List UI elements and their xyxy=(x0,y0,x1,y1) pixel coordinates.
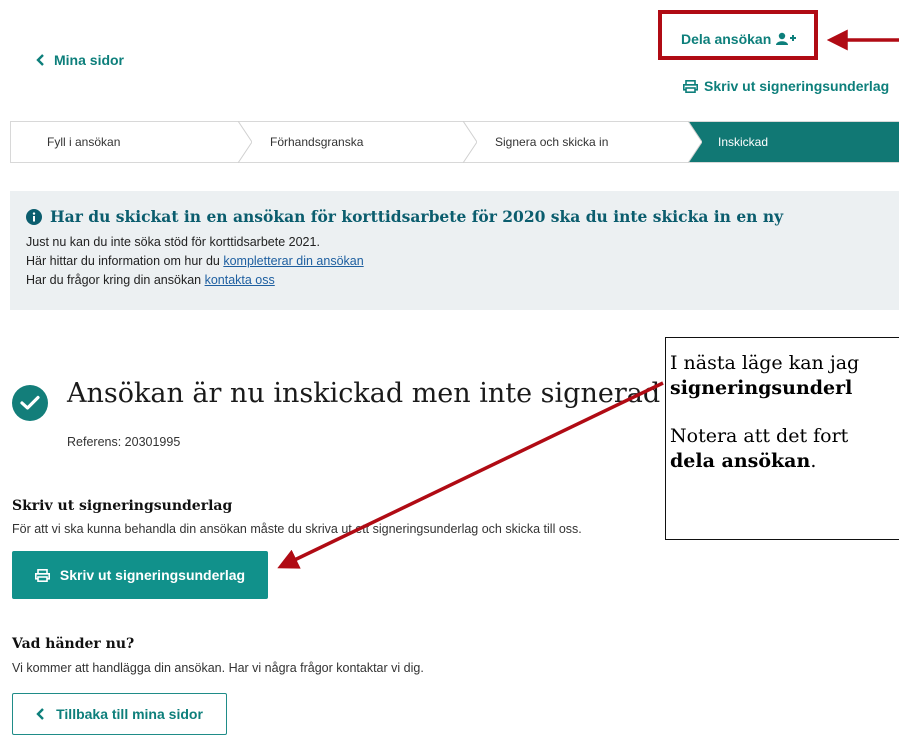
annotation-bold-1: signeringsunderl xyxy=(670,377,853,399)
step-label: Fyll i ansökan xyxy=(47,135,121,149)
info-line-3: Har du frågor kring din ansökan kontakta… xyxy=(26,271,899,290)
chevron-left-icon xyxy=(36,54,44,66)
arrow-to-print-button xyxy=(277,381,664,569)
annotation-line-3: Notera att det fort xyxy=(670,425,849,447)
info-line-2: Här hittar du information om hur du komp… xyxy=(26,252,899,271)
print-signing-document-button[interactable]: Skriv ut signeringsunderlag xyxy=(12,551,268,599)
complete-application-link[interactable]: kompletterar din ansökan xyxy=(223,254,363,268)
step-preview: Förhandsgranska xyxy=(238,121,477,163)
info-line-3-text: Har du frågor kring din ansökan xyxy=(26,273,205,287)
check-circle-icon xyxy=(12,385,48,421)
annotation-period: . xyxy=(810,450,817,472)
annotation-line-2: signeringsunderl xyxy=(666,376,899,401)
reference-number: Referens: 20301995 xyxy=(67,435,181,449)
step-label: Inskickad xyxy=(718,135,769,149)
info-circle-icon xyxy=(26,208,42,225)
step-sign-and-submit: Signera och skicka in xyxy=(463,121,702,163)
info-notice: Har du skickat in en ansökan för korttid… xyxy=(10,191,899,310)
print-button-label: Skriv ut signeringsunderlag xyxy=(59,567,246,583)
step-divider xyxy=(463,121,477,163)
info-title: Har du skickat in en ansökan för korttid… xyxy=(26,207,899,226)
step-label: Förhandsgranska xyxy=(270,135,364,149)
info-line-2-text: Här hittar du information om hur du xyxy=(26,254,224,268)
step-fill-in: Fyll i ansökan xyxy=(11,121,252,163)
print-section-text: För att vi ska kunna behandla din ansöka… xyxy=(12,522,582,536)
back-to-my-pages-button[interactable]: Tillbaka till mina sidor xyxy=(12,693,227,735)
progress-steps: Fyll i ansökan Förhandsgranska Signera o… xyxy=(10,121,899,163)
highlight-box xyxy=(658,10,818,60)
print-section-title: Skriv ut signeringsunderlag xyxy=(12,498,233,514)
annotation-callout: I nästa läge kan jag signeringsunderl No… xyxy=(665,337,899,540)
annotation-bold-2: dela ansökan xyxy=(670,450,811,472)
back-to-my-pages-link[interactable]: Mina sidor xyxy=(36,52,124,68)
next-section-text: Vi kommer att handlägga din ansökan. Har… xyxy=(12,661,424,675)
confirmation-heading: Ansökan är nu inskickad men inte signera… xyxy=(67,378,661,409)
annotation-line-1: I nästa läge kan jag xyxy=(670,352,860,374)
back-button-label: Tillbaka till mina sidor xyxy=(56,706,203,722)
next-section-title: Vad händer nu? xyxy=(12,636,135,652)
annotation-line-4: dela ansökan. xyxy=(666,449,899,474)
back-link-label: Mina sidor xyxy=(54,52,125,68)
info-title-text: Har du skickat in en ansökan för korttid… xyxy=(50,207,784,226)
step-label: Signera och skicka in xyxy=(495,135,609,149)
printer-icon xyxy=(683,79,698,93)
step-divider xyxy=(688,121,702,163)
step-divider xyxy=(238,121,252,163)
contact-us-link[interactable]: kontakta oss xyxy=(205,273,275,287)
chevron-left-icon xyxy=(36,708,44,720)
print-top-label: Skriv ut signeringsunderlag xyxy=(704,78,890,94)
step-submitted-active: Inskickad xyxy=(688,122,899,162)
info-line-1: Just nu kan du inte söka stöd för kortti… xyxy=(26,235,320,249)
print-signing-document-link[interactable]: Skriv ut signeringsunderlag xyxy=(683,78,889,94)
printer-icon xyxy=(34,568,50,582)
